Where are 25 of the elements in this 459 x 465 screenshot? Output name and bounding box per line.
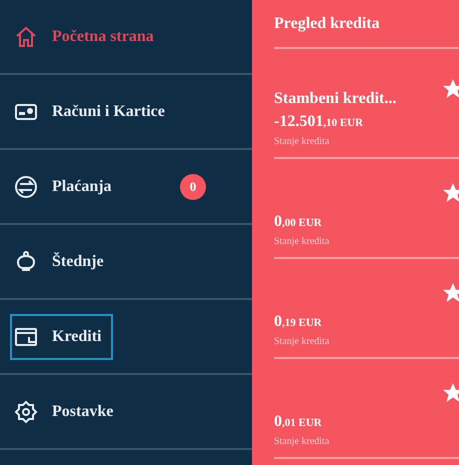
count-badge: 0: [180, 174, 206, 200]
home-icon: [14, 24, 38, 48]
loan-balance: 0,00 EUR: [274, 212, 322, 232]
balance-caption: Stanje kredita: [274, 235, 330, 249]
piggy-bank-icon: [14, 250, 38, 274]
star-icon[interactable]: [443, 383, 459, 403]
sidebar-item[interactable]: Štednje: [10, 238, 108, 284]
star-icon[interactable]: [443, 183, 459, 203]
sidebar-item[interactable]: Plaćanja: [10, 164, 116, 210]
loan-name: Stambeni kredit...: [274, 89, 396, 109]
loan-balance: 0,19 EUR: [274, 312, 322, 332]
loan-balance: 0,01 EUR: [274, 412, 322, 432]
balance-caption: Stanje kredita: [274, 135, 330, 149]
sidebar-item[interactable]: Krediti: [10, 314, 114, 360]
balance-caption: Stanje kredita: [274, 435, 330, 449]
loan-balance: -12.501,10 EUR: [274, 112, 364, 132]
transfer-icon: [14, 174, 38, 198]
sidebar-item[interactable]: Početna strana: [10, 14, 158, 60]
sidebar-item[interactable]: Računi i Kartice: [10, 88, 169, 134]
sidebar-item[interactable]: Postavke: [10, 388, 118, 434]
star-icon[interactable]: [443, 283, 459, 303]
panel-title: Pregled kredita: [274, 14, 380, 34]
settings-icon: [14, 400, 38, 424]
star-icon[interactable]: [443, 79, 459, 99]
balance-caption: Stanje kredita: [274, 335, 330, 349]
